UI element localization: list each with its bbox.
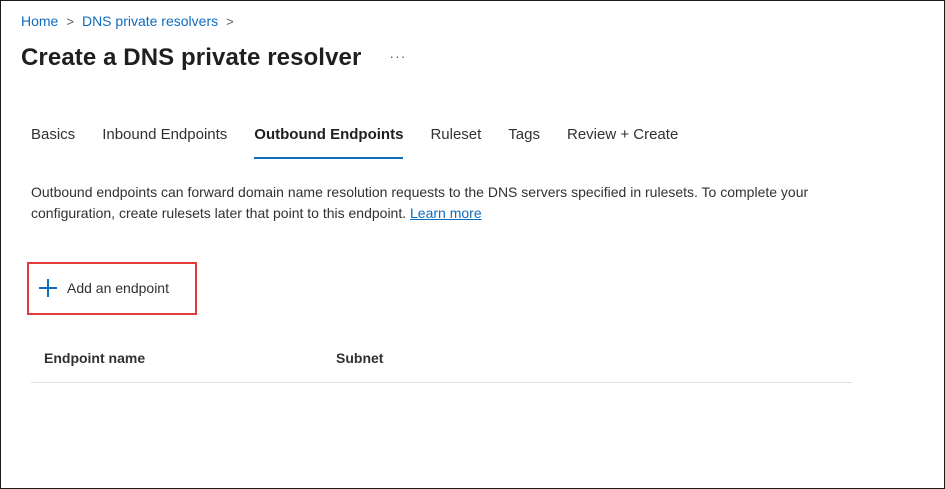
add-endpoint-label: Add an endpoint xyxy=(67,280,169,296)
tab-inbound-endpoints[interactable]: Inbound Endpoints xyxy=(102,123,227,159)
breadcrumb-home-link[interactable]: Home xyxy=(21,13,58,29)
tab-bar: Basics Inbound Endpoints Outbound Endpoi… xyxy=(31,123,705,159)
column-header-endpoint-name[interactable]: Endpoint name xyxy=(44,350,145,366)
tab-ruleset[interactable]: Ruleset xyxy=(430,123,481,159)
page-frame: Home > DNS private resolvers > Create a … xyxy=(0,0,945,489)
tab-basics[interactable]: Basics xyxy=(31,123,75,159)
learn-more-link[interactable]: Learn more xyxy=(410,205,482,221)
tab-review-create[interactable]: Review + Create xyxy=(567,123,678,159)
breadcrumb-separator-2: > xyxy=(226,13,234,29)
description: Outbound endpoints can forward domain na… xyxy=(31,182,871,224)
breadcrumb-dns-private-resolvers-link[interactable]: DNS private resolvers xyxy=(82,13,218,29)
column-header-subnet[interactable]: Subnet xyxy=(336,350,383,366)
breadcrumb-separator-1: > xyxy=(66,13,74,29)
page-title: Create a DNS private resolver xyxy=(21,44,362,71)
plus-icon xyxy=(39,279,57,297)
breadcrumb: Home > DNS private resolvers > xyxy=(21,11,242,31)
tab-outbound-endpoints[interactable]: Outbound Endpoints xyxy=(254,123,404,159)
tab-tags[interactable]: Tags xyxy=(508,123,540,159)
endpoint-table-header: Endpoint name Subnet xyxy=(31,341,852,383)
add-endpoint-button[interactable]: Add an endpoint xyxy=(39,276,169,300)
title-row: Create a DNS private resolver ··· xyxy=(21,41,406,75)
more-options-button[interactable]: ··· xyxy=(389,48,406,68)
